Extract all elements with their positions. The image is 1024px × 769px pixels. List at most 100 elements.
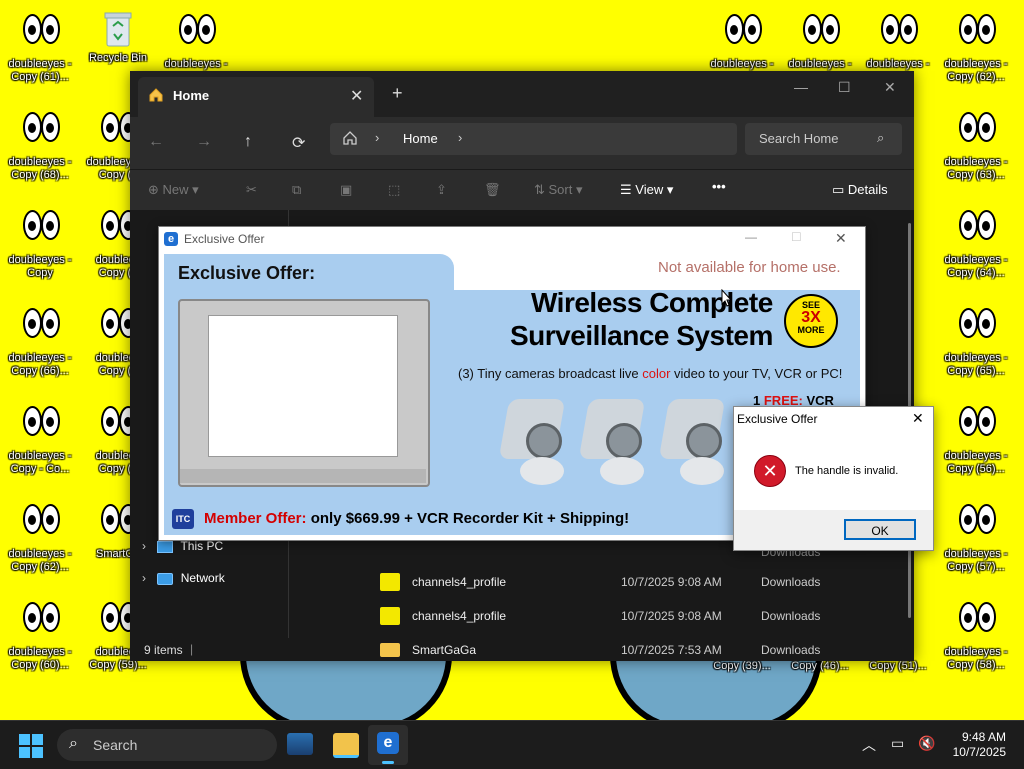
network-icon (157, 572, 174, 585)
sidebar-item-this-pc[interactable]: › This PC (142, 539, 223, 553)
desktop-icon[interactable]: doubleeyes - Copy (62)... (2, 490, 78, 580)
desktop-icon[interactable]: doubleeyes - Copy (57)... (938, 490, 1014, 580)
maximize-icon[interactable]: ☐ (838, 79, 851, 96)
breadcrumb-home[interactable]: Home (403, 131, 438, 146)
search-input[interactable]: Search Home (759, 131, 838, 146)
view-button[interactable]: ☰ View ▾ (620, 182, 673, 198)
start-button[interactable] (19, 734, 43, 758)
desktop-icon-label: doubleeyes - (788, 58, 852, 70)
file-date: 10/7/2025 9:08 AM (621, 575, 722, 589)
cut-icon[interactable]: ✂ (246, 182, 257, 198)
file-row[interactable]: channels4_profile 10/7/2025 9:08 AM Down… (380, 568, 910, 602)
details-button[interactable]: ▭ Details (832, 182, 888, 198)
chevron-right-icon: › (458, 130, 463, 145)
see-3x-badge: SEE 3X MORE (784, 294, 838, 348)
rename-icon[interactable]: ⬚ (388, 182, 400, 198)
desktop-icon[interactable]: doubleeyes - Copy (60)... (2, 588, 78, 678)
ie-icon: e (164, 232, 178, 246)
close-icon[interactable]: ✕ (835, 230, 847, 247)
search-box[interactable]: Search Home ⌕ (745, 123, 902, 155)
network-status-icon[interactable]: ▭ (891, 735, 904, 752)
sidebar-item-label: This PC (180, 539, 224, 553)
close-icon[interactable]: ✕ (884, 79, 896, 96)
minimize-icon[interactable]: — (794, 79, 808, 95)
command-bar: ⊕ New ▾ ✂ ⧉ ▣ ⬚ ⇪ 🗑 ⇅ Sort ▾ ☰ View ▾ ••… (130, 169, 914, 210)
taskbar: ⌕ Search e ︿ ▭ 🔇 9:48 AM 10/7/2025 (0, 720, 1024, 769)
error-message: The handle is invalid. (795, 465, 899, 477)
desktop-icon[interactable]: doubleeyes - Copy (2, 196, 78, 286)
error-dialog-button-area: OK (734, 510, 933, 550)
desktop-icon[interactable]: doubleeyes - Copy (62)... (938, 0, 1014, 90)
close-tab-icon[interactable]: ✕ (350, 86, 363, 106)
explorer-titlebar[interactable]: Home ✕ + — ☐ ✕ (130, 71, 914, 117)
eyes-icon (878, 14, 918, 46)
desktop-icon[interactable]: doubleeyes - Copy (64)... (938, 196, 1014, 286)
desktop-icon[interactable]: doubleeyes - Copy - Co... (2, 392, 78, 482)
badge-line-2: 3X (801, 309, 821, 326)
clock-date: 10/7/2025 (952, 745, 1006, 759)
eyes-icon (20, 504, 60, 536)
refresh-icon[interactable]: ⟳ (292, 133, 305, 153)
taskbar-search[interactable]: ⌕ Search (57, 729, 277, 761)
minimize-icon[interactable]: — (745, 230, 757, 244)
volume-muted-icon[interactable]: 🔇 (918, 735, 935, 752)
eyes-thumbnail-icon (380, 607, 400, 625)
close-icon[interactable]: ✕ (912, 410, 924, 427)
taskbar-app-internet-explorer[interactable]: e (368, 725, 408, 765)
tab-home[interactable]: Home ✕ (138, 77, 374, 117)
desktop-icon-label: doubleeyes - Copy (68)... (8, 156, 72, 181)
sort-button[interactable]: ⇅ Sort ▾ (534, 182, 583, 198)
new-tab-icon[interactable]: + (392, 83, 403, 104)
ad-subtitle-pre: (3) Tiny cameras broadcast live (458, 366, 643, 381)
maximize-icon[interactable]: ☐ (791, 230, 802, 244)
eyes-icon (956, 14, 996, 46)
desktop-icon[interactable]: doubleeyes - Copy (63)... (938, 98, 1014, 188)
file-name: channels4_profile (412, 575, 507, 589)
desktop-icon-label: doubleeyes - Copy (65)... (944, 352, 1008, 377)
desktop-icon[interactable]: doubleeyes - Copy (58)... (938, 588, 1014, 678)
file-row[interactable]: channels4_profile 10/7/2025 9:08 AM Down… (380, 602, 910, 636)
delete-icon[interactable]: 🗑 (484, 182, 501, 198)
eyes-thumbnail-icon (380, 573, 400, 591)
share-icon[interactable]: ⇪ (436, 182, 447, 198)
eyes-icon (956, 210, 996, 242)
chevron-up-icon[interactable]: ︿ (862, 735, 876, 755)
ie-icon: e (377, 732, 399, 754)
ok-button[interactable]: OK (844, 519, 916, 540)
taskbar-app-widgets[interactable] (287, 733, 313, 755)
eyes-icon (20, 112, 60, 144)
ad-subtitle-color-word: color (642, 366, 671, 381)
chevron-right-icon[interactable]: › (142, 571, 146, 585)
active-indicator (382, 761, 394, 764)
member-offer-text: only $669.99 + VCR Recorder Kit + Shippi… (306, 510, 630, 527)
eyes-icon (956, 112, 996, 144)
sidebar-item-network[interactable]: › Network (142, 571, 225, 585)
taskbar-app-file-explorer[interactable] (333, 733, 359, 758)
desktop-icon[interactable]: doubleeyes - Copy (56)... (938, 392, 1014, 482)
desktop-icon[interactable]: doubleeyes - Copy (66)... (2, 294, 78, 384)
more-options-icon[interactable]: ••• (712, 179, 726, 194)
paste-icon[interactable]: ▣ (340, 182, 352, 198)
new-button[interactable]: ⊕ New ▾ (148, 182, 199, 198)
desktop-icon[interactable]: doubleeyes - Copy (68)... (2, 98, 78, 188)
eyes-icon (176, 14, 216, 46)
offer-window-title: Exclusive Offer (184, 232, 265, 246)
back-icon[interactable]: ← (148, 133, 164, 151)
address-bar[interactable]: › Home › (330, 123, 737, 155)
offer-titlebar[interactable]: e Exclusive Offer — ☐ ✕ (159, 227, 865, 251)
desktop-icon[interactable]: doubleeyes - Copy (65)... (938, 294, 1014, 384)
chevron-right-icon: › (375, 130, 380, 145)
copy-icon[interactable]: ⧉ (292, 182, 301, 198)
desktop-icon-label: doubleeyes - Copy (62)... (8, 548, 72, 573)
clock[interactable]: 9:48 AM 10/7/2025 (946, 730, 1006, 760)
taskbar-search-label: Search (93, 737, 138, 753)
chevron-right-icon[interactable]: › (142, 539, 146, 553)
desktop-icon-label: Recycle Bin (88, 52, 148, 64)
ad-subtitle: (3) Tiny cameras broadcast live color vi… (458, 366, 842, 381)
up-icon[interactable]: ↑ (244, 133, 252, 151)
forward-icon[interactable]: → (196, 133, 212, 151)
desktop-icon-label: doubleeyes - Copy - Co... (8, 450, 72, 475)
ad-subtitle-post: video to your TV, VCR or PC! (670, 366, 843, 381)
desktop-icon-label: doubleeyes - Copy (64)... (944, 254, 1008, 279)
desktop-icon[interactable]: doubleeyes - Copy (61)... (2, 0, 78, 90)
